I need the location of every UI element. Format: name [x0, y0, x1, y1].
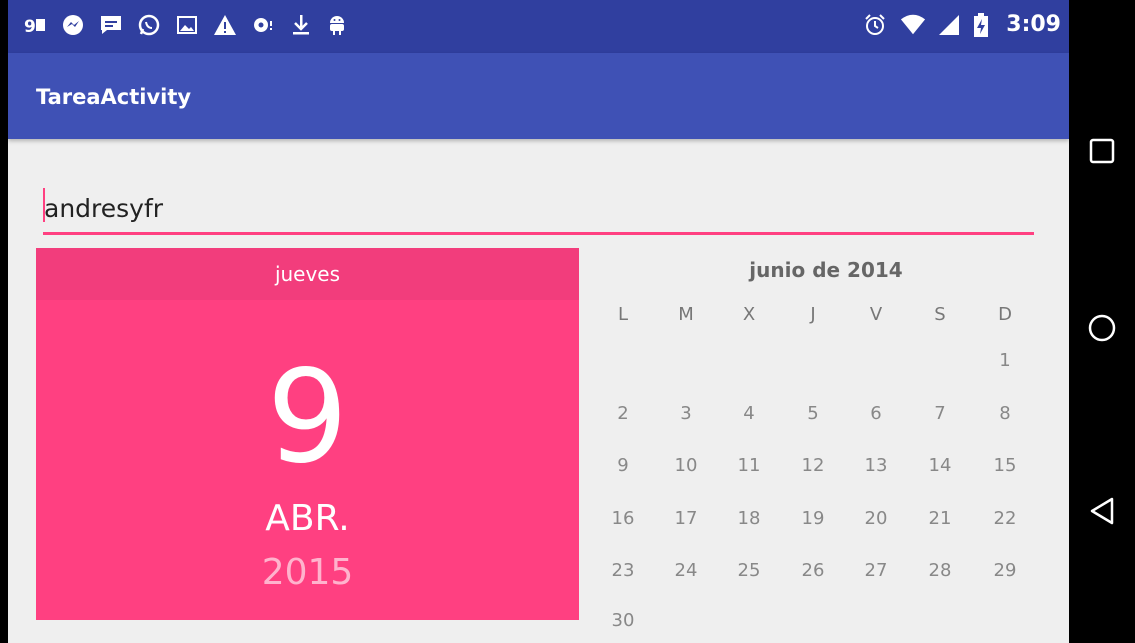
navigation-bar: [1069, 0, 1135, 643]
calendar-day[interactable]: 1: [975, 350, 1035, 371]
selected-day[interactable]: 9: [36, 354, 579, 482]
calendar-day[interactable]: 9: [593, 455, 653, 476]
calendar-day[interactable]: 18: [719, 508, 779, 529]
svg-text:9: 9: [24, 17, 36, 37]
image-icon: [174, 12, 200, 38]
download-icon: [288, 12, 314, 38]
calendar-day[interactable]: 6: [846, 403, 906, 424]
calendar-day[interactable]: 21: [910, 508, 970, 529]
app-title: TareaActivity: [36, 85, 192, 109]
calendar-day[interactable]: 12: [783, 455, 843, 476]
signal-icon: [936, 12, 962, 38]
calendar-weekday-header: D: [998, 304, 1012, 325]
calendar-weekday-header: V: [869, 304, 883, 325]
calendar-day[interactable]: 30: [593, 610, 653, 631]
calendar-weekday-header: X: [742, 304, 756, 325]
battery-icon: [968, 12, 994, 38]
recents-icon[interactable]: [1087, 136, 1117, 166]
app-screen: 9 3:09 TareaActivity andresyfr jueves 9 …: [8, 0, 1069, 643]
clock-time: 3:09: [1006, 12, 1061, 37]
notification-flag-icon: 9: [22, 12, 48, 38]
calendar-day[interactable]: 20: [846, 508, 906, 529]
calendar-day[interactable]: 14: [910, 455, 970, 476]
voicemail-icon: [250, 12, 276, 38]
app-bar: TareaActivity: [8, 53, 1069, 139]
calendar-day[interactable]: 23: [593, 560, 653, 581]
name-field[interactable]: [43, 182, 1034, 237]
calendar-day[interactable]: 4: [719, 403, 779, 424]
date-header: jueves 9 ABR. 2015: [36, 248, 579, 620]
alarm-icon: [862, 12, 888, 38]
calendar-day[interactable]: 5: [783, 403, 843, 424]
calendar-day[interactable]: 24: [656, 560, 716, 581]
calendar-weekday-header: J: [810, 304, 816, 325]
calendar-month-title: junio de 2014: [749, 258, 903, 282]
calendar-day[interactable]: 22: [975, 508, 1035, 529]
calendar-day[interactable]: 16: [593, 508, 653, 529]
calendar-grid: junio de 2014 L M X J V S D 1 2 3 4 5 6 7 8 9 10 11 12 13 14…: [583, 248, 1069, 643]
calendar-weekday-header: M: [678, 304, 694, 325]
calendar-weekday-header: L: [617, 304, 629, 325]
selected-month[interactable]: ABR.: [36, 498, 579, 539]
calendar-day[interactable]: 10: [656, 455, 716, 476]
whatsapp-icon: [136, 12, 162, 38]
home-icon[interactable]: [1087, 313, 1117, 343]
calendar-day[interactable]: 25: [719, 560, 779, 581]
calendar-day[interactable]: 28: [910, 560, 970, 581]
back-icon[interactable]: [1087, 496, 1117, 526]
calendar-day[interactable]: 19: [783, 508, 843, 529]
calendar-day[interactable]: 11: [719, 455, 779, 476]
weekday-label: jueves: [36, 248, 579, 300]
chat-icon: [98, 12, 124, 38]
calendar-day[interactable]: 2: [593, 403, 653, 424]
calendar-day[interactable]: 13: [846, 455, 906, 476]
text-cursor: [43, 188, 45, 222]
calendar-day[interactable]: 3: [656, 403, 716, 424]
calendar-day[interactable]: 29: [975, 560, 1035, 581]
warning-icon: [212, 12, 238, 38]
wifi-icon: [900, 12, 926, 38]
calendar-weekday-header: S: [934, 304, 946, 325]
android-icon: [324, 12, 350, 38]
selected-year[interactable]: 2015: [36, 552, 579, 593]
calendar-day[interactable]: 27: [846, 560, 906, 581]
status-bar: 9 3:09: [8, 0, 1069, 53]
calendar-day[interactable]: 7: [910, 403, 970, 424]
name-input[interactable]: [43, 182, 1034, 234]
messenger-icon: [60, 12, 86, 38]
calendar-day[interactable]: 8: [975, 403, 1035, 424]
calendar-day[interactable]: 15: [975, 455, 1035, 476]
input-underline: [43, 232, 1034, 235]
calendar-day[interactable]: 17: [656, 508, 716, 529]
calendar-day[interactable]: 26: [783, 560, 843, 581]
